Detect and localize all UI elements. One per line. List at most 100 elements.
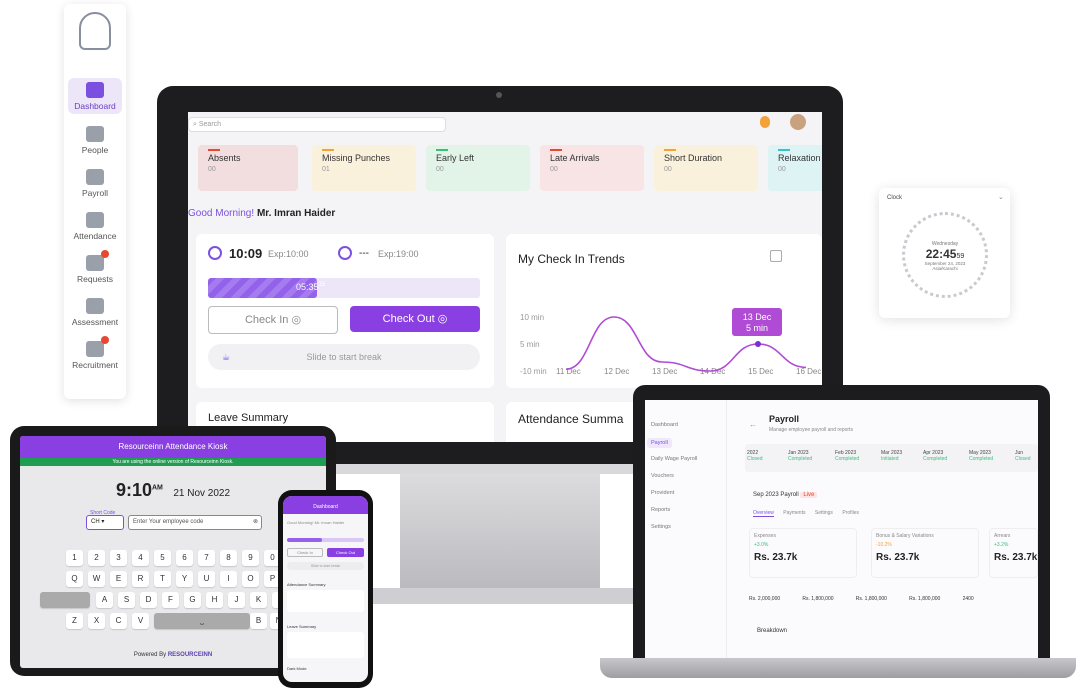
key-j[interactable]: J: [228, 592, 245, 608]
sidebar-item-attendance[interactable]: Attendance: [68, 212, 122, 241]
sidebar-item-payroll[interactable]: Payroll: [68, 169, 122, 198]
key-c[interactable]: C: [110, 613, 127, 629]
payroll-period[interactable]: Sep 2023 Payroll Live: [753, 492, 818, 498]
key-e[interactable]: E: [110, 571, 127, 587]
nav-provident[interactable]: Provident: [651, 490, 674, 496]
nav-settings[interactable]: Settings: [651, 524, 671, 530]
search-placeholder: Search: [198, 121, 222, 128]
nav-daily-wage[interactable]: Daily Wage Payroll: [651, 456, 697, 462]
brand-logo-text: RESOURCEINN: [167, 652, 213, 658]
breakdown-label[interactable]: Breakdown: [757, 628, 787, 634]
kiosk-time: 9:10: [115, 480, 152, 500]
key-s[interactable]: S: [118, 592, 135, 608]
phone-break-slider[interactable]: Slide to start break: [287, 562, 364, 570]
key-d[interactable]: D: [140, 592, 157, 608]
chevron-down-icon[interactable]: ⌄: [998, 193, 1004, 201]
kpi-label: Missing Punches: [322, 153, 391, 163]
kpi-late-arrivals[interactable]: Late Arrivals 00: [540, 145, 644, 191]
key-v[interactable]: V: [132, 613, 149, 629]
phone-header: Dashboard: [283, 496, 368, 514]
check-in-button[interactable]: Check In ◎: [208, 306, 338, 334]
sidebar-item-label: People: [81, 145, 109, 155]
key-k[interactable]: K: [250, 592, 267, 608]
phone-bottom-label[interactable]: Dark Mode: [287, 666, 307, 671]
key-f[interactable]: F: [162, 592, 179, 608]
kpi-missing-punches[interactable]: Missing Punches 01: [312, 145, 416, 191]
tab-payments[interactable]: Payments: [783, 510, 805, 516]
nav-reports[interactable]: Reports: [651, 507, 670, 513]
key-g[interactable]: G: [184, 592, 201, 608]
user-avatar[interactable]: [790, 114, 806, 130]
highlight-point[interactable]: [755, 341, 761, 347]
key-r[interactable]: R: [132, 571, 149, 587]
kpi-early-left[interactable]: Early Left 00: [426, 145, 530, 191]
employee-code-input[interactable]: Enter Your employee code ⊗: [128, 515, 262, 530]
key-6[interactable]: 6: [176, 550, 193, 566]
key-2[interactable]: 2: [88, 550, 105, 566]
key-5[interactable]: 5: [154, 550, 171, 566]
key-t[interactable]: T: [154, 571, 171, 587]
kpi-relaxation[interactable]: Relaxation 00: [768, 145, 822, 191]
sidebar-item-assessment[interactable]: Assessment: [68, 298, 122, 327]
sidebar-item-requests[interactable]: Requests: [68, 250, 122, 284]
key-y[interactable]: Y: [176, 571, 193, 587]
month-item[interactable]: Jun Closed: [1015, 450, 1031, 462]
phone-check-out-button[interactable]: Check Out: [327, 548, 364, 557]
key-o[interactable]: O: [242, 571, 259, 587]
nav-payroll[interactable]: Payroll: [647, 438, 672, 448]
tab-settings[interactable]: Settings: [815, 510, 833, 516]
attendance-summary-title: Attendance Summa: [518, 412, 624, 426]
clock-title: Clock: [887, 195, 903, 201]
nav-label: Provident: [651, 490, 675, 496]
month-item[interactable]: Jan 2023 Completed: [788, 450, 812, 462]
kpi-accent: [664, 149, 676, 151]
kpi-accent: [208, 149, 220, 151]
key-x[interactable]: X: [88, 613, 105, 629]
key-i[interactable]: I: [220, 571, 237, 587]
check-in-trends-card: My Check In Trends 10 min 5 min -10 min 11 …: [506, 234, 822, 388]
phone-leave-card: [287, 632, 364, 658]
key-w[interactable]: W: [88, 571, 105, 587]
tab-profiles[interactable]: Profiles: [842, 510, 859, 516]
key-3[interactable]: 3: [110, 550, 127, 566]
kpi-short-duration[interactable]: Short Duration 00: [654, 145, 758, 191]
key-u[interactable]: U: [198, 571, 215, 587]
notification-bell-icon[interactable]: [760, 116, 770, 128]
nav-dashboard[interactable]: Dashboard: [651, 422, 678, 428]
kpi-absents[interactable]: Absents 00: [198, 145, 298, 191]
key-9[interactable]: 9: [242, 550, 259, 566]
shift-key[interactable]: [40, 592, 90, 608]
key-8[interactable]: 8: [220, 550, 237, 566]
sidebar-item-recruitment[interactable]: Recruitment: [68, 336, 122, 370]
phone-check-in-button[interactable]: Check In: [287, 548, 323, 557]
key-h[interactable]: H: [206, 592, 223, 608]
month-item[interactable]: Mar 2023 Initiated: [881, 450, 902, 462]
month-item[interactable]: 2022 Closed: [747, 450, 763, 462]
space-key[interactable]: ⎵: [154, 613, 250, 629]
employee-placeholder: Enter Your employee code: [133, 519, 204, 525]
payroll-icon: [86, 169, 104, 185]
key-b[interactable]: B: [250, 613, 267, 629]
key-q[interactable]: Q: [66, 571, 83, 587]
clear-icon[interactable]: ⊗: [253, 516, 258, 529]
elapsed-time: 05:3515: [296, 282, 325, 292]
key-1[interactable]: 1: [66, 550, 83, 566]
month-item[interactable]: Feb 2023 Completed: [835, 450, 859, 462]
key-4[interactable]: 4: [132, 550, 149, 566]
nav-vouchers[interactable]: Vouchers: [651, 473, 674, 479]
sidebar-item-dashboard[interactable]: Dashboard: [68, 78, 122, 114]
key-z[interactable]: Z: [66, 613, 83, 629]
search-input[interactable]: ⌕ Search: [188, 117, 446, 132]
month-item[interactable]: May 2023 Completed: [969, 450, 993, 462]
tab-overview[interactable]: Overview: [753, 510, 774, 517]
month-item[interactable]: Apr 2023 Completed: [923, 450, 947, 462]
back-arrow-icon[interactable]: ←: [749, 420, 757, 429]
phone-screen: Dashboard Good Morning! Mr. Imran Haider…: [283, 496, 368, 682]
sidebar-item-people[interactable]: People: [68, 126, 122, 155]
sidebar-item-label: Dashboard: [74, 101, 116, 111]
break-slider[interactable]: ☕ Slide to start break: [208, 344, 480, 370]
key-a[interactable]: A: [96, 592, 113, 608]
check-out-button[interactable]: Check Out ◎: [350, 306, 480, 332]
key-7[interactable]: 7: [198, 550, 215, 566]
short-code-select[interactable]: CH ▾: [86, 515, 124, 530]
